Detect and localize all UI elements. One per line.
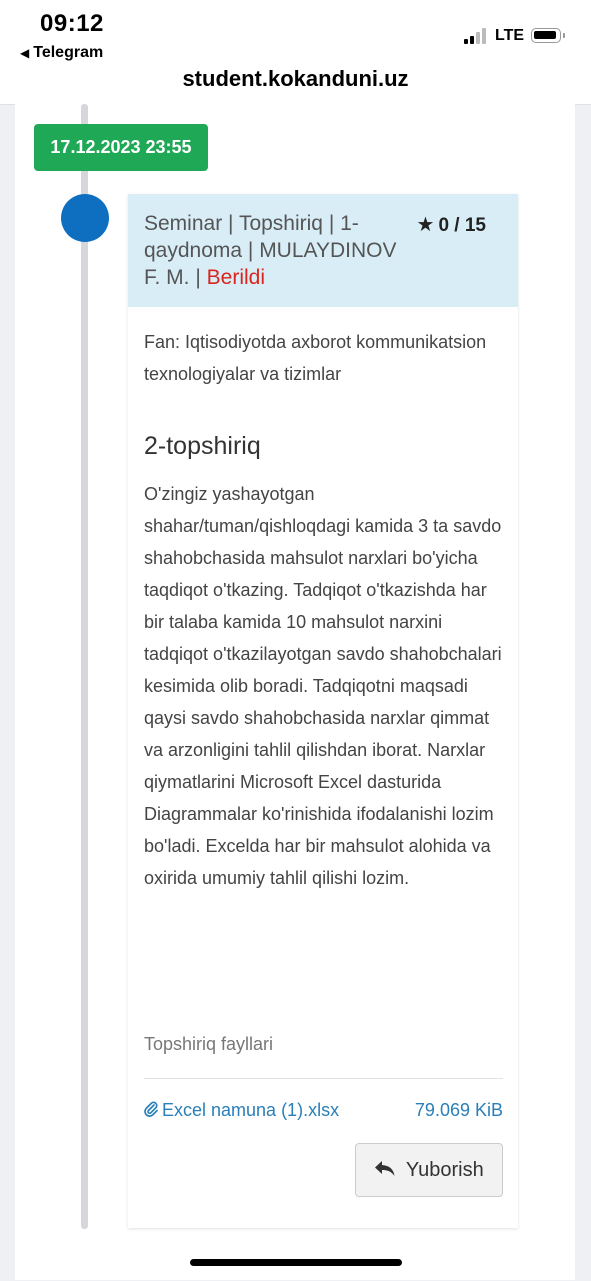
file-link[interactable]: Excel namuna (1).xlsx	[144, 1100, 339, 1120]
submit-button[interactable]: Yuborish	[355, 1143, 503, 1197]
browser-url[interactable]: student.kokanduni.uz	[0, 66, 591, 92]
card-title: Seminar | Topshiriq | 1-qaydnoma | MULAY…	[144, 210, 404, 291]
paperclip-icon	[144, 1100, 158, 1121]
file-name: Excel namuna (1).xlsx	[162, 1100, 340, 1120]
score-value: 0 / 15	[438, 215, 486, 236]
back-triangle-icon: ◀	[20, 46, 30, 60]
battery-icon	[531, 28, 565, 43]
back-app-label: Telegram	[33, 44, 104, 61]
card-title-text: Seminar | Topshiriq | 1-qaydnoma | MULAY…	[144, 212, 397, 289]
file-size: 79.069 KiB	[414, 1100, 503, 1120]
date-badge: 17.12.2023 23:55	[34, 124, 208, 171]
back-to-app-button[interactable]: ◀ Telegram	[20, 44, 103, 62]
reply-icon	[374, 1159, 402, 1181]
file-row: Excel namuna (1).xlsx 79.069 KiB	[144, 1100, 503, 1121]
star-icon: ★	[416, 214, 435, 236]
signal-bars-icon	[464, 28, 490, 44]
clock: 09:12	[40, 10, 104, 37]
task-title: 2-topshiriq	[144, 432, 261, 460]
status-bar: 09:12 ◀ Telegram LTE student.kokanduni.uz	[0, 0, 591, 91]
timeline-line	[81, 104, 88, 1229]
assignment-card: Seminar | Topshiriq | 1-qaydnoma | MULAY…	[128, 194, 518, 1228]
task-description: O'zingiz yashayotgan shahar/tuman/qishlo…	[144, 484, 502, 888]
status-label: Berildi	[206, 266, 265, 289]
network-type: LTE	[495, 27, 525, 44]
home-indicator[interactable]	[190, 1259, 402, 1266]
submit-label: Yuborish	[405, 1159, 484, 1181]
card-header: Seminar | Topshiriq | 1-qaydnoma | MULAY…	[128, 194, 518, 307]
files-section-label: Topshiriq fayllari	[144, 1034, 274, 1054]
score: ★ 0 / 15	[417, 212, 486, 237]
subject-text: Fan: Iqtisodiyotda axborot kommunikatsio…	[144, 332, 487, 384]
divider	[144, 1078, 503, 1079]
timeline-dot	[61, 194, 109, 242]
